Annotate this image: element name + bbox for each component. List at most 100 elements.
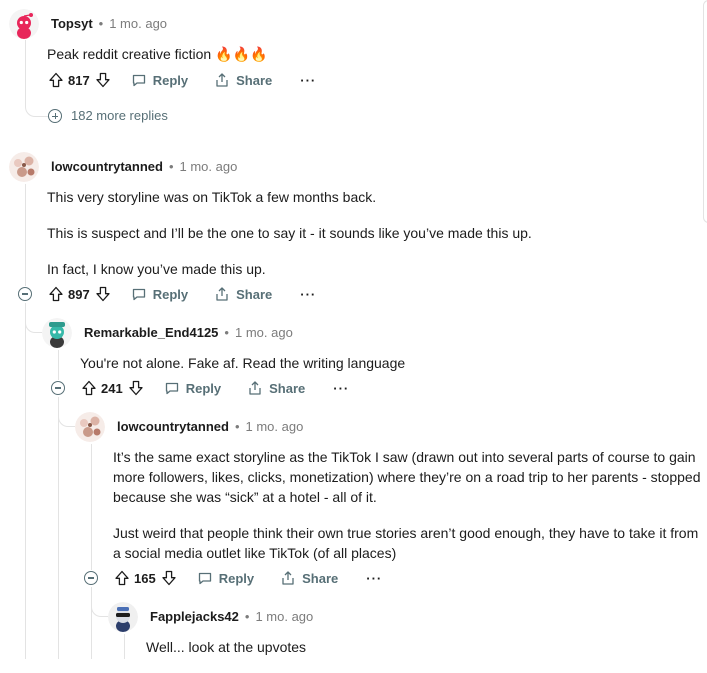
share-label: Share — [236, 72, 273, 88]
downvote-icon — [96, 286, 110, 302]
upvote-button[interactable] — [48, 72, 64, 88]
comment-paragraph: In fact, I know you’ve made this up. — [47, 261, 266, 277]
reply-button[interactable]: Reply — [164, 380, 221, 396]
collapse-thread-button[interactable] — [51, 381, 65, 395]
reply-label: Reply — [185, 380, 222, 396]
comment-paragraph: It’s the same exact storyline as the Tik… — [113, 449, 701, 505]
comment-icon — [165, 382, 178, 395]
comment-meta: Fapplejacks42 • 1 mo. ago — [150, 609, 313, 624]
comment-paragraph: Peak reddit creative fiction 🔥🔥🔥 — [47, 46, 268, 62]
upvote-icon — [115, 570, 129, 586]
overflow-menu-button[interactable]: ··· — [333, 381, 349, 396]
comment-timestamp[interactable]: 1 mo. ago — [246, 419, 304, 434]
upvote-button[interactable] — [48, 286, 64, 302]
share-icon — [216, 287, 228, 301]
thread-line — [25, 303, 26, 659]
reply-label: Reply — [152, 286, 189, 302]
comment-paragraph: Well... look at the upvotes — [146, 639, 307, 655]
thread-line — [58, 397, 59, 659]
comment-paragraph: You're not alone. Fake af. Read the writ… — [80, 355, 406, 371]
comment-icon — [198, 572, 211, 585]
comment-author[interactable]: Topsyt — [51, 16, 93, 31]
reply-button[interactable]: Reply — [131, 72, 188, 88]
comment-author[interactable]: Remarkable_End4125 — [84, 325, 218, 340]
upvote-button[interactable] — [114, 570, 130, 586]
collapse-thread-button[interactable] — [84, 571, 98, 585]
downvote-button[interactable] — [161, 570, 177, 586]
comment-body: This very storyline was on TikTok a few … — [47, 187, 687, 295]
reply-label: Reply — [152, 72, 189, 88]
avatar[interactable] — [108, 602, 138, 632]
share-icon — [282, 571, 294, 585]
share-label: Share — [302, 570, 339, 586]
comment-meta: lowcountrytanned • 1 mo. ago — [117, 419, 303, 434]
share-label: Share — [236, 286, 273, 302]
downvote-icon — [129, 380, 143, 396]
comment-timestamp[interactable]: 1 mo. ago — [255, 609, 313, 624]
comment-icon — [132, 74, 145, 87]
vote-score: 241 — [101, 380, 123, 396]
collapse-thread-button[interactable] — [18, 287, 32, 301]
reply-label: Reply — [218, 570, 255, 586]
avatar[interactable] — [9, 9, 39, 39]
comment-author[interactable]: lowcountrytanned — [51, 159, 163, 174]
upvote-button[interactable] — [81, 380, 97, 396]
thread-line — [91, 444, 92, 570]
thread-line — [124, 634, 125, 659]
meta-separator: • — [224, 325, 229, 340]
thread-curve — [25, 92, 48, 117]
downvote-button[interactable] — [128, 380, 144, 396]
comment-timestamp[interactable]: 1 mo. ago — [109, 16, 167, 31]
overflow-icon: ··· — [333, 380, 350, 396]
meta-separator: • — [244, 609, 250, 624]
downvote-icon — [162, 570, 176, 586]
comment-meta: Remarkable_End4125 • 1 mo. ago — [84, 325, 293, 340]
vote-score: 165 — [134, 570, 156, 586]
thread-line — [25, 184, 26, 286]
share-button[interactable]: Share — [214, 286, 272, 302]
share-icon — [249, 381, 261, 395]
overflow-icon: ··· — [366, 570, 383, 586]
more-replies-label: 182 more replies — [71, 108, 168, 123]
meta-separator: • — [234, 419, 240, 434]
overflow-icon: ··· — [300, 72, 317, 88]
downvote-button[interactable] — [95, 72, 111, 88]
share-label: Share — [269, 380, 306, 396]
comment-icon — [132, 288, 145, 301]
upvote-icon — [49, 72, 63, 88]
comment-author[interactable]: lowcountrytanned — [117, 419, 229, 434]
sidebar-panel-edge — [703, 0, 707, 223]
downvote-button[interactable] — [95, 286, 111, 302]
comment-meta: Topsyt • 1 mo. ago — [51, 16, 167, 31]
comment-actions: 897 Reply Share ··· — [48, 283, 316, 305]
reply-button[interactable]: Reply — [197, 570, 254, 586]
comment-paragraph: This very storyline was on TikTok a few … — [47, 189, 377, 205]
overflow-menu-button[interactable]: ··· — [300, 287, 316, 302]
comment-actions: 165 Reply Share ··· — [114, 567, 382, 589]
avatar[interactable] — [75, 412, 105, 442]
share-icon — [216, 73, 228, 87]
vote-score: 897 — [68, 286, 90, 302]
share-button[interactable]: Share — [214, 72, 272, 88]
more-replies-link[interactable]: 182 more replies — [48, 108, 168, 123]
overflow-menu-button[interactable]: ··· — [366, 571, 382, 586]
overflow-menu-button[interactable]: ··· — [300, 73, 316, 88]
comment-meta: lowcountrytanned • 1 mo. ago — [51, 159, 237, 174]
comment-body: It’s the same exact storyline as the Tik… — [113, 447, 707, 579]
reply-button[interactable]: Reply — [131, 286, 188, 302]
vote-score: 817 — [68, 72, 90, 88]
upvote-icon — [49, 286, 63, 302]
avatar[interactable] — [9, 152, 39, 182]
comment-timestamp[interactable]: 1 mo. ago — [235, 325, 293, 340]
expand-icon — [48, 108, 62, 123]
comment-author[interactable]: Fapplejacks42 — [150, 609, 239, 624]
comment-timestamp[interactable]: 1 mo. ago — [180, 159, 238, 174]
thread-curve — [25, 310, 42, 333]
comment-actions: 241 Reply Share ··· — [81, 377, 349, 399]
share-button[interactable]: Share — [247, 380, 305, 396]
meta-separator: • — [98, 16, 104, 31]
share-button[interactable]: Share — [280, 570, 338, 586]
avatar[interactable] — [42, 318, 72, 348]
downvote-icon — [96, 72, 110, 88]
comment-actions: 817 Reply Share ··· — [48, 69, 316, 91]
